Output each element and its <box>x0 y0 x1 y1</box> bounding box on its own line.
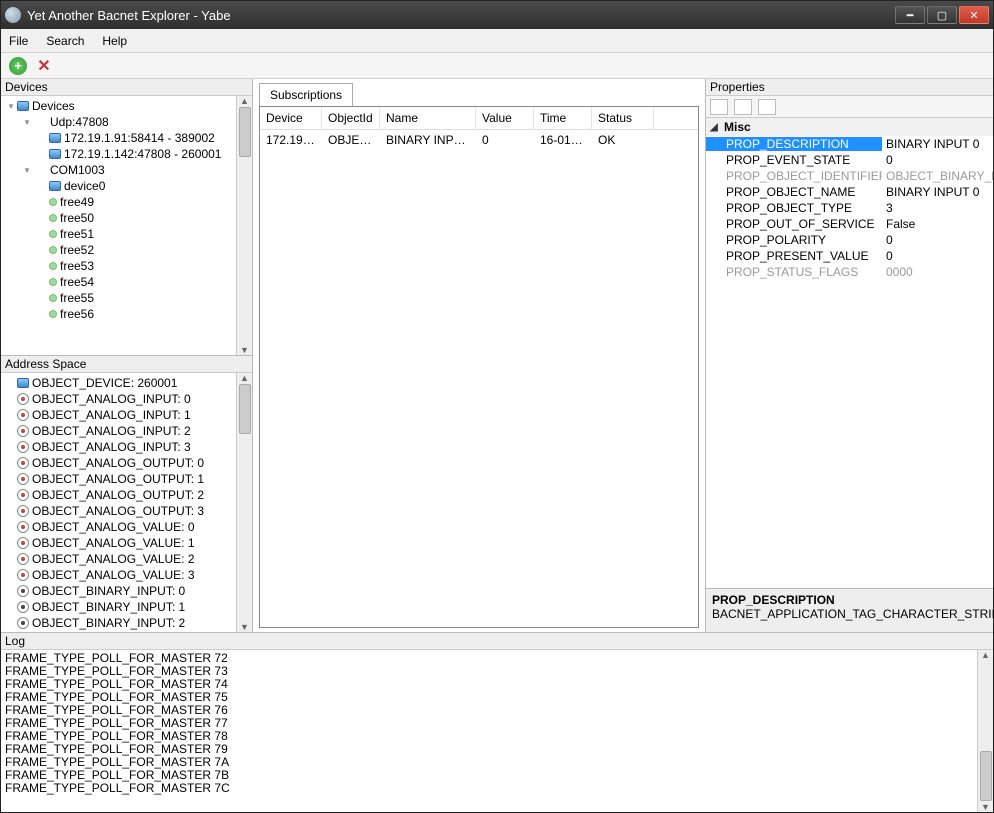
property-row[interactable]: PROP_OUT_OF_SERVICEFalse <box>706 216 993 232</box>
com-device-6[interactable]: free54 <box>3 274 234 290</box>
col-value[interactable]: Value <box>476 107 534 129</box>
address-space-item-2[interactable]: OBJECT_ANALOG_INPUT: 1 <box>3 407 234 423</box>
devices-root[interactable]: ▾Devices <box>3 98 234 114</box>
minimize-button[interactable]: ━ <box>895 6 925 24</box>
col-device[interactable]: Device <box>260 107 322 129</box>
col-name[interactable]: Name <box>380 107 476 129</box>
properties-toolbar <box>706 96 993 118</box>
com-device-7[interactable]: free55 <box>3 290 234 306</box>
com-node[interactable]: ▾COM1003 <box>3 162 234 178</box>
address-space-item-11[interactable]: OBJECT_ANALOG_VALUE: 2 <box>3 551 234 567</box>
udp-node[interactable]: ▾Udp:47808 <box>3 114 234 130</box>
address-space-item-1[interactable]: OBJECT_ANALOG_INPUT: 0 <box>3 391 234 407</box>
close-button[interactable]: ✕ <box>959 6 989 24</box>
col-time[interactable]: Time <box>534 107 592 129</box>
address-space-item-5[interactable]: OBJECT_ANALOG_OUTPUT: 0 <box>3 455 234 471</box>
address-space-item-7[interactable]: OBJECT_ANALOG_OUTPUT: 2 <box>3 487 234 503</box>
com-device-1[interactable]: free49 <box>3 194 234 210</box>
property-row[interactable]: PROP_STATUS_FLAGS0000 <box>706 264 993 280</box>
add-button[interactable]: + <box>9 57 27 75</box>
address-space-item-8[interactable]: OBJECT_ANALOG_OUTPUT: 3 <box>3 503 234 519</box>
prop-pages-icon[interactable] <box>758 99 776 115</box>
properties-header: Properties <box>706 79 993 96</box>
prop-desc-title: PROP_DESCRIPTION <box>712 593 987 607</box>
prop-desc-body: BACNET_APPLICATION_TAG_CHARACTER_STRING <box>712 607 987 621</box>
devices-tree[interactable]: ▾Devices▾Udp:47808172.19.1.91:58414 - 38… <box>1 96 236 355</box>
udp-device-1[interactable]: 172.19.1.142:47808 - 260001 <box>3 146 234 162</box>
col-status[interactable]: Status <box>592 107 654 129</box>
com-device-3[interactable]: free51 <box>3 226 234 242</box>
com-device-4[interactable]: free52 <box>3 242 234 258</box>
log-header: Log <box>1 633 993 650</box>
address-space-item-6[interactable]: OBJECT_ANALOG_OUTPUT: 1 <box>3 471 234 487</box>
tab-subscriptions[interactable]: Subscriptions <box>259 83 353 106</box>
property-row[interactable]: PROP_EVENT_STATE0 <box>706 152 993 168</box>
devices-header: Devices <box>1 79 252 96</box>
property-row[interactable]: PROP_OBJECT_NAMEBINARY INPUT 0 <box>706 184 993 200</box>
toolbar: + ✕ <box>1 53 993 79</box>
property-row[interactable]: PROP_OBJECT_IDENTIFIEROBJECT_BINARY_I <box>706 168 993 184</box>
app-icon <box>5 7 21 23</box>
property-row[interactable]: PROP_DESCRIPTIONBINARY INPUT 0 <box>706 136 993 152</box>
titlebar[interactable]: Yet Another Bacnet Explorer - Yabe ━ ▢ ✕ <box>1 1 993 29</box>
maximize-button[interactable]: ▢ <box>927 6 957 24</box>
grid-row[interactable]: 172.19.1...OBJEC...BINARY INPU...016-01-… <box>260 130 698 150</box>
com-device-8[interactable]: free56 <box>3 306 234 322</box>
address-space-item-10[interactable]: OBJECT_ANALOG_VALUE: 1 <box>3 535 234 551</box>
com-device-5[interactable]: free53 <box>3 258 234 274</box>
com-device-0[interactable]: device0 <box>3 178 234 194</box>
com-device-2[interactable]: free50 <box>3 210 234 226</box>
property-row[interactable]: PROP_PRESENT_VALUE0 <box>706 248 993 264</box>
menu-help[interactable]: Help <box>102 34 127 48</box>
udp-device-0[interactable]: 172.19.1.91:58414 - 389002 <box>3 130 234 146</box>
log-text[interactable]: FRAME_TYPE_POLL_FOR_MASTER 72 FRAME_TYPE… <box>1 650 977 812</box>
prop-category[interactable]: ◢Misc <box>706 118 993 136</box>
address-space-header: Address Space <box>1 356 252 373</box>
address-space-item-4[interactable]: OBJECT_ANALOG_INPUT: 3 <box>3 439 234 455</box>
devices-scrollbar[interactable]: ▲▼ <box>236 96 252 355</box>
property-row[interactable]: PROP_OBJECT_TYPE3 <box>706 200 993 216</box>
col-objectid[interactable]: ObjectId <box>322 107 380 129</box>
property-row[interactable]: PROP_POLARITY0 <box>706 232 993 248</box>
address-space-item-3[interactable]: OBJECT_ANALOG_INPUT: 2 <box>3 423 234 439</box>
window-title: Yet Another Bacnet Explorer - Yabe <box>27 8 231 23</box>
address-space-item-12[interactable]: OBJECT_ANALOG_VALUE: 3 <box>3 567 234 583</box>
address-space-item-14[interactable]: OBJECT_BINARY_INPUT: 1 <box>3 599 234 615</box>
log-scrollbar[interactable]: ▲▼ <box>977 650 993 812</box>
menu-search[interactable]: Search <box>46 34 84 48</box>
address-space-item-0[interactable]: OBJECT_DEVICE: 260001 <box>3 375 234 391</box>
grid-header[interactable]: Device ObjectId Name Value Time Status <box>260 107 698 130</box>
menu-file[interactable]: File <box>9 34 28 48</box>
prop-sort-icon[interactable] <box>734 99 752 115</box>
address-space-item-13[interactable]: OBJECT_BINARY_INPUT: 0 <box>3 583 234 599</box>
menubar: File Search Help <box>1 29 993 53</box>
address-space-item-9[interactable]: OBJECT_ANALOG_VALUE: 0 <box>3 519 234 535</box>
property-description: PROP_DESCRIPTION BACNET_APPLICATION_TAG_… <box>706 588 993 632</box>
prop-categorized-icon[interactable] <box>710 99 728 115</box>
address-space-tree[interactable]: OBJECT_DEVICE: 260001OBJECT_ANALOG_INPUT… <box>1 373 236 632</box>
delete-button[interactable]: ✕ <box>35 57 53 75</box>
subscriptions-grid[interactable]: Device ObjectId Name Value Time Status 1… <box>259 106 699 628</box>
app-window: Yet Another Bacnet Explorer - Yabe ━ ▢ ✕… <box>0 0 994 813</box>
address-space-item-15[interactable]: OBJECT_BINARY_INPUT: 2 <box>3 615 234 631</box>
address-space-scrollbar[interactable]: ▲▼ <box>236 373 252 632</box>
property-grid[interactable]: ◢Misc PROP_DESCRIPTIONBINARY INPUT 0PROP… <box>706 118 993 588</box>
